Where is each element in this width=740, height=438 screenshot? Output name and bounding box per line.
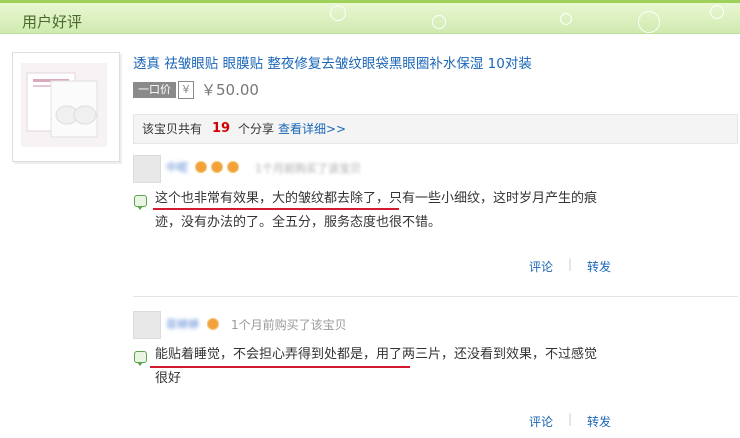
comment-icon (134, 195, 147, 210)
share-detail-link[interactable]: 查看详细>> (278, 115, 346, 143)
vip-badge-icon (211, 161, 223, 173)
decorative-bubble (710, 5, 724, 19)
share-suffix: 个分享 (238, 122, 275, 136)
comment-button[interactable]: 评论 (529, 258, 553, 275)
decorative-bubble (330, 5, 346, 21)
section-title: 用户好评 (22, 13, 83, 31)
comment-button[interactable]: 评论 (529, 413, 553, 430)
action-divider: | (568, 412, 573, 426)
review-text-line: 很好 (155, 371, 182, 386)
decorative-bubble (638, 11, 660, 33)
decorative-bubble (432, 15, 446, 29)
decorative-bubble (560, 13, 572, 25)
avatar[interactable] (133, 311, 161, 339)
vip-badge-icon (207, 318, 219, 330)
comment-icon (134, 351, 147, 366)
highlight-underline (150, 366, 410, 368)
forward-button[interactable]: 转发 (587, 258, 611, 275)
product-thumbnail[interactable] (12, 52, 120, 162)
share-count: 19 (212, 121, 231, 136)
username[interactable]: 中呢 (166, 159, 188, 175)
review-text-line: 迹，没有办法的了。全五分，服务态度也很不错。 (155, 215, 442, 230)
avatar[interactable] (133, 155, 161, 183)
price-label: 一口价 (133, 82, 176, 98)
purchase-meta: 1个月前购买了该宝贝 (255, 162, 361, 175)
review-text: 这个也非常有效果，大的皱纹都去除了，只有一些小细纹，这时岁月产生的痕 迹，没有办… (155, 187, 597, 235)
section-header: 用户好评 (0, 0, 740, 34)
username[interactable]: 菲婷婷 (166, 316, 199, 332)
product-image (21, 63, 107, 147)
review-text-line: 能贴着睡觉，不会担心弄得到处都是，用了两三片，还没看到效果，不过感觉 (155, 347, 598, 362)
vip-badge-icon (227, 161, 239, 173)
price-value: ￥50.00 (201, 81, 259, 99)
product-title-link[interactable]: 透真 祛皱眼贴 眼膜贴 整夜修复去皱纹眼袋黑眼圈补水保湿 10对装 (133, 52, 532, 72)
review-divider (133, 296, 738, 297)
yen-icon: ¥ (178, 81, 194, 99)
action-divider: | (568, 257, 573, 271)
purchase-meta: 1个月前购买了该宝贝 (231, 318, 347, 332)
share-bar: 该宝贝共有 19 个分享 查看详细>> (133, 114, 738, 144)
highlight-underline (153, 208, 399, 210)
vip-badge-icon (195, 161, 207, 173)
forward-button[interactable]: 转发 (587, 413, 611, 430)
share-prefix: 该宝贝共有 (142, 122, 203, 136)
